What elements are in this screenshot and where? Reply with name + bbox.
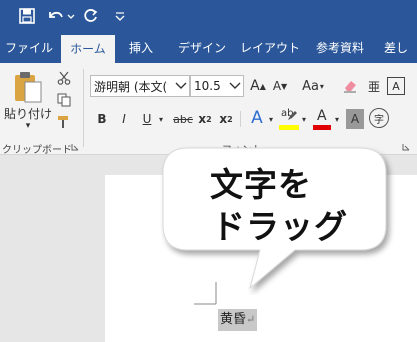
callout-line-1: 文字を	[210, 165, 312, 204]
copy-icon[interactable]	[55, 91, 73, 109]
chevron-down-icon[interactable]: ▾	[267, 109, 275, 129]
selected-text-content: 黄昏	[220, 312, 247, 327]
chevron-down-icon[interactable]: ▾	[300, 109, 308, 129]
group-separator	[83, 69, 84, 147]
clear-formatting-icon[interactable]	[340, 75, 360, 97]
clipboard-paste-icon[interactable]	[8, 69, 48, 105]
tab-home[interactable]: ホーム	[61, 35, 115, 63]
tab-file[interactable]: ファイル	[2, 33, 56, 63]
clipboard-group-label: クリップボード	[2, 145, 72, 156]
paragraph-mark: ↵	[246, 313, 256, 326]
chevron-down-icon[interactable]	[227, 76, 243, 96]
redo-icon[interactable]	[80, 4, 102, 28]
callout-line-2: ドラッグ	[212, 207, 348, 246]
paste-dropdown-icon[interactable]: ▾	[20, 121, 36, 131]
grow-font-button[interactable]: A ▲	[248, 75, 268, 97]
tab-mailings[interactable]: 差し	[384, 33, 417, 63]
font-size-combo[interactable]: 10.5	[190, 75, 244, 97]
character-shading-button[interactable]: A	[346, 109, 364, 129]
tab-references[interactable]: 参考資料	[310, 33, 370, 63]
phonetic-guide-button[interactable]: 亜	[364, 75, 384, 97]
change-case-button[interactable]: Aa ▾	[298, 75, 328, 97]
selected-text[interactable]: 黄昏↵	[218, 309, 258, 331]
clipboard-launcher-icon[interactable]	[70, 142, 80, 152]
chevron-down-icon: ▾	[319, 81, 324, 91]
tab-design[interactable]: デザイン	[170, 33, 234, 63]
character-border-button[interactable]: A	[387, 77, 405, 95]
pen-icon	[288, 111, 297, 120]
chevron-down-icon[interactable]	[173, 76, 189, 96]
chevron-down-icon[interactable]: ▾	[333, 109, 341, 129]
font-name-value: 游明朝 (本文(	[94, 79, 168, 94]
divider	[240, 111, 241, 127]
text-effects-button[interactable]: A	[246, 107, 268, 129]
customize-toolbar-icon[interactable]	[110, 4, 130, 28]
strikethrough-button[interactable]: abc	[170, 109, 196, 129]
superscript-button[interactable]: x2	[217, 109, 235, 129]
cut-icon[interactable]	[55, 69, 73, 87]
underline-button[interactable]: U	[137, 109, 157, 129]
shrink-font-button[interactable]: A ▼	[270, 75, 290, 97]
undo-icon[interactable]	[44, 4, 78, 28]
caret-up-icon: ▲	[259, 81, 266, 91]
quick-access-toolbar	[0, 0, 417, 33]
tab-insert[interactable]: 挿入	[119, 33, 163, 63]
ribbon: 貼り付け ▾ クリップボード 游明朝 (本文( 10.5 A ▲ A ▼ Aa ▾ 亜	[0, 63, 417, 156]
format-painter-icon[interactable]	[55, 113, 73, 131]
bold-button[interactable]: B	[93, 109, 111, 129]
text-highlight-button[interactable]: ab	[278, 107, 300, 131]
ribbon-tabs: ファイル ホーム 挿入 デザイン レイアウト 参考資料 差し	[0, 33, 417, 63]
enclose-characters-button[interactable]: 字	[369, 108, 389, 128]
font-color-swatch	[313, 125, 331, 130]
subscript-button[interactable]: x2	[196, 109, 214, 129]
tab-layout[interactable]: レイアウト	[238, 33, 302, 63]
font-color-button[interactable]: A	[311, 107, 333, 131]
font-size-value: 10.5	[194, 79, 221, 93]
paste-button-label[interactable]: 貼り付け	[4, 105, 52, 121]
italic-button[interactable]: I	[115, 109, 133, 129]
highlight-color-swatch	[279, 125, 299, 130]
caret-down-icon: ▼	[281, 81, 288, 91]
chevron-down-icon[interactable]: ▾	[156, 109, 166, 129]
font-name-combo[interactable]: 游明朝 (本文(	[90, 75, 190, 97]
save-icon[interactable]	[14, 4, 40, 28]
font-launcher-icon[interactable]	[401, 142, 411, 152]
